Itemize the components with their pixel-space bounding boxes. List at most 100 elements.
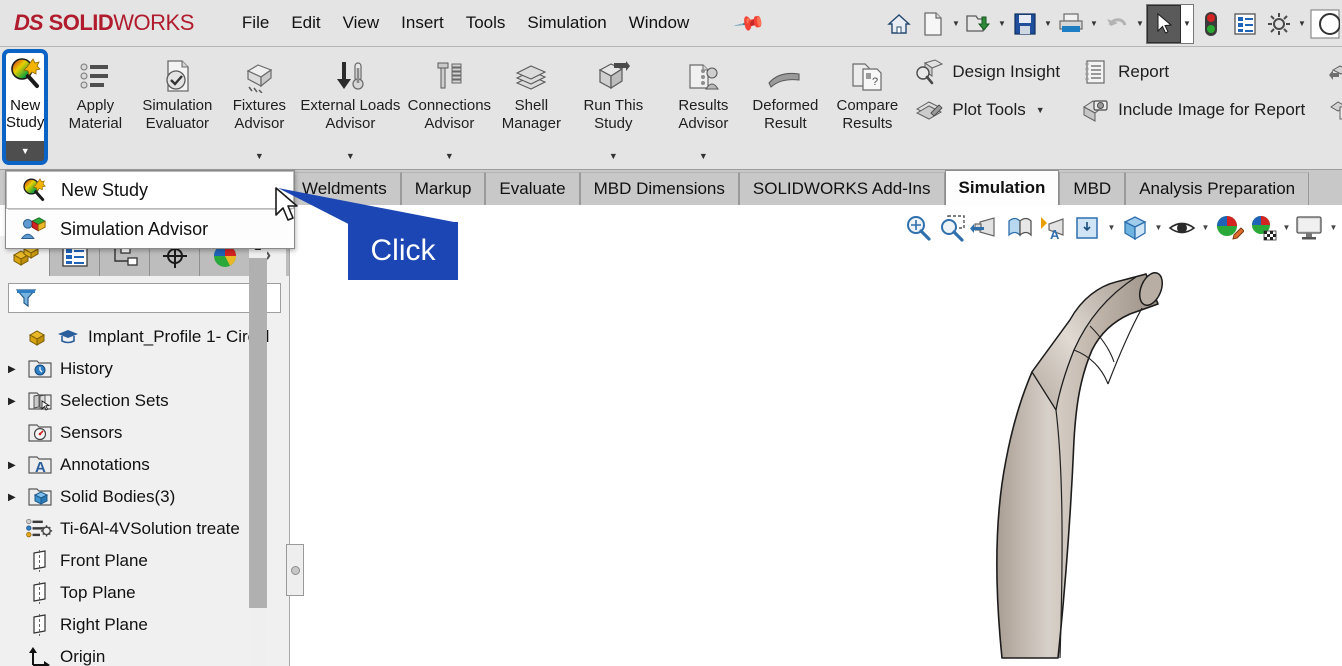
tree-item-material[interactable]: Ti-6Al-4VSolution treate	[0, 513, 289, 545]
select-arrow-group[interactable]: ▼	[1146, 3, 1194, 44]
menu-item-file[interactable]: File	[242, 13, 269, 33]
shell-manager-button[interactable]: Shell Manager	[490, 47, 572, 165]
tree-item-origin[interactable]: Origin	[0, 641, 289, 666]
tree-expander[interactable]: ▶	[8, 364, 26, 375]
new-study-button[interactable]: New Study ▼	[2, 49, 49, 165]
plot-tools-button[interactable]: Plot Tools ▼	[908, 91, 1066, 129]
menu-item-tools[interactable]: Tools	[466, 13, 506, 33]
menu-item-window[interactable]: Window	[629, 13, 689, 33]
deformed-result-button[interactable]: Deformed Result	[744, 47, 826, 165]
options-gear-icon[interactable]	[1262, 5, 1296, 43]
open-folder-icon[interactable]	[962, 5, 996, 43]
plot-tools-caret-icon[interactable]: ▼	[1036, 105, 1045, 115]
menu-item-view[interactable]: View	[343, 13, 380, 33]
tree-item-selection-sets[interactable]: ▶ Selection Sets	[0, 385, 289, 417]
open-folder-caret-icon[interactable]: ▼	[996, 5, 1008, 43]
view-settings-icon[interactable]	[1293, 208, 1327, 248]
rebuild-indicator-icon[interactable]	[1194, 5, 1228, 43]
display-style-icon[interactable]	[1118, 208, 1152, 248]
new-document-icon[interactable]	[916, 5, 950, 43]
feature-tree-scrollbar[interactable]: ▲	[249, 236, 267, 666]
report-button[interactable]: Report	[1074, 53, 1311, 91]
design-insight-button[interactable]: Design Insight	[908, 53, 1066, 91]
include-image-for-report-button[interactable]: Include Image for Report	[1074, 91, 1311, 129]
tab-analysis-preparation[interactable]: Analysis Preparation	[1125, 172, 1310, 205]
section-view-icon[interactable]	[1003, 208, 1037, 248]
print-caret-icon[interactable]: ▼	[1088, 5, 1100, 43]
connections-advisor-caret-icon[interactable]: ▼	[445, 151, 454, 165]
tree-expander[interactable]: ▶	[8, 460, 26, 471]
previous-view-icon[interactable]	[969, 208, 1003, 248]
external-loads-advisor-button[interactable]: External Loads Advisor ▼	[300, 47, 400, 165]
view-settings-caret-icon[interactable]: ▼	[1327, 208, 1340, 248]
simulation-evaluator-label: Simulation Evaluator	[142, 97, 213, 132]
tab-solidworks-add-ins[interactable]: SOLIDWORKS Add-Ins	[738, 172, 945, 205]
display-style-box-caret-icon[interactable]: ▼	[1105, 208, 1118, 248]
tab-simulation[interactable]: Simulation	[944, 170, 1060, 205]
options-gear-caret-icon[interactable]: ▼	[1296, 5, 1308, 43]
scrollbar-thumb[interactable]	[249, 258, 267, 608]
run-this-study-button[interactable]: Run This Study ▼	[572, 47, 654, 165]
help-icon-partial[interactable]	[1308, 5, 1342, 43]
deformed-result-label: Deformed Result	[752, 97, 819, 132]
tree-item-solid-bodies[interactable]: ▶ Solid Bodies(3)	[0, 481, 289, 513]
simulation-evaluator-button[interactable]: Simulation Evaluator	[136, 47, 218, 165]
tree-item-front-plane[interactable]: Front Plane	[0, 545, 289, 577]
view-orientation-icon[interactable]: A	[1037, 208, 1071, 248]
tree-item-sensors[interactable]: Sensors	[0, 417, 289, 449]
results-advisor-caret-icon[interactable]: ▼	[699, 151, 708, 165]
edit-appearance-icon[interactable]	[1212, 208, 1246, 248]
pin-icon[interactable]: 📌	[732, 6, 767, 41]
import-results-partial-button[interactable]	[1319, 53, 1342, 91]
undo-caret-icon[interactable]: ▼	[1134, 5, 1146, 43]
apply-scene-caret-icon[interactable]: ▼	[1280, 208, 1293, 248]
new-study-button-main[interactable]: New Study	[6, 53, 45, 141]
tab-evaluate[interactable]: Evaluate	[485, 172, 580, 205]
tree-item-annotations[interactable]: ▶ A Annotations	[0, 449, 289, 481]
panel-splitter-handle[interactable]	[286, 544, 304, 596]
display-list-icon[interactable]	[1228, 5, 1262, 43]
menu-item-new-study[interactable]: New Study	[6, 171, 294, 209]
save-caret-icon[interactable]: ▼	[1042, 5, 1054, 43]
tree-expander[interactable]: ▶	[8, 396, 26, 407]
menu-item-insert[interactable]: Insert	[401, 13, 444, 33]
compare-results-button[interactable]: ? Compare Results	[826, 47, 908, 165]
zoom-to-area-icon[interactable]	[935, 208, 969, 248]
new-study-dropdown-toggle[interactable]: ▼	[6, 141, 45, 161]
select-arrow-icon[interactable]	[1147, 4, 1181, 43]
save-icon[interactable]	[1008, 5, 1042, 43]
fixtures-advisor-button[interactable]: Fixtures Advisor ▼	[218, 47, 300, 165]
connections-advisor-button[interactable]: Connections Advisor ▼	[408, 47, 491, 165]
display-style-box-icon[interactable]	[1071, 208, 1105, 248]
apply-scene-icon[interactable]	[1246, 208, 1280, 248]
tree-item-root[interactable]: Implant_Profile 1- Circul	[0, 321, 289, 353]
run-this-study-caret-icon[interactable]: ▼	[609, 151, 618, 165]
fixtures-advisor-icon	[242, 53, 276, 93]
apply-material-button[interactable]: Apply Material	[54, 47, 136, 165]
tree-item-top-plane[interactable]: Top Plane	[0, 577, 289, 609]
home-icon[interactable]	[882, 5, 916, 43]
display-style-caret-icon[interactable]: ▼	[1152, 208, 1165, 248]
external-loads-advisor-caret-icon[interactable]: ▼	[346, 151, 355, 165]
undo-icon[interactable]	[1100, 5, 1134, 43]
menu-item-simulation[interactable]: Simulation	[527, 13, 606, 33]
menu-item-simulation-advisor[interactable]: Simulation Advisor	[6, 210, 294, 248]
zoom-to-fit-icon[interactable]	[901, 208, 935, 248]
tree-expander[interactable]: ▶	[8, 492, 26, 503]
print-icon[interactable]	[1054, 5, 1088, 43]
tree-item-history[interactable]: ▶ History	[0, 353, 289, 385]
feature-tree-filter-input[interactable]	[8, 283, 281, 313]
menu-item-edit[interactable]: Edit	[291, 13, 320, 33]
fixtures-advisor-caret-icon[interactable]: ▼	[255, 151, 264, 165]
tree-item-history-label: History	[60, 359, 113, 378]
tree-item-right-plane[interactable]: Right Plane	[0, 609, 289, 641]
results-advisor-button[interactable]: Results Advisor ▼	[662, 47, 744, 165]
tab-mbd-dimensions[interactable]: MBD Dimensions	[579, 172, 739, 205]
menu-item-new-study-label: New Study	[61, 179, 149, 200]
new-document-caret-icon[interactable]: ▼	[950, 5, 962, 43]
export-results-partial-button[interactable]	[1319, 91, 1342, 129]
tab-mbd[interactable]: MBD	[1059, 172, 1126, 205]
hide-show-items-caret-icon[interactable]: ▼	[1199, 208, 1212, 248]
select-arrow-caret-icon[interactable]: ▼	[1181, 5, 1193, 43]
hide-show-items-icon[interactable]	[1165, 208, 1199, 248]
